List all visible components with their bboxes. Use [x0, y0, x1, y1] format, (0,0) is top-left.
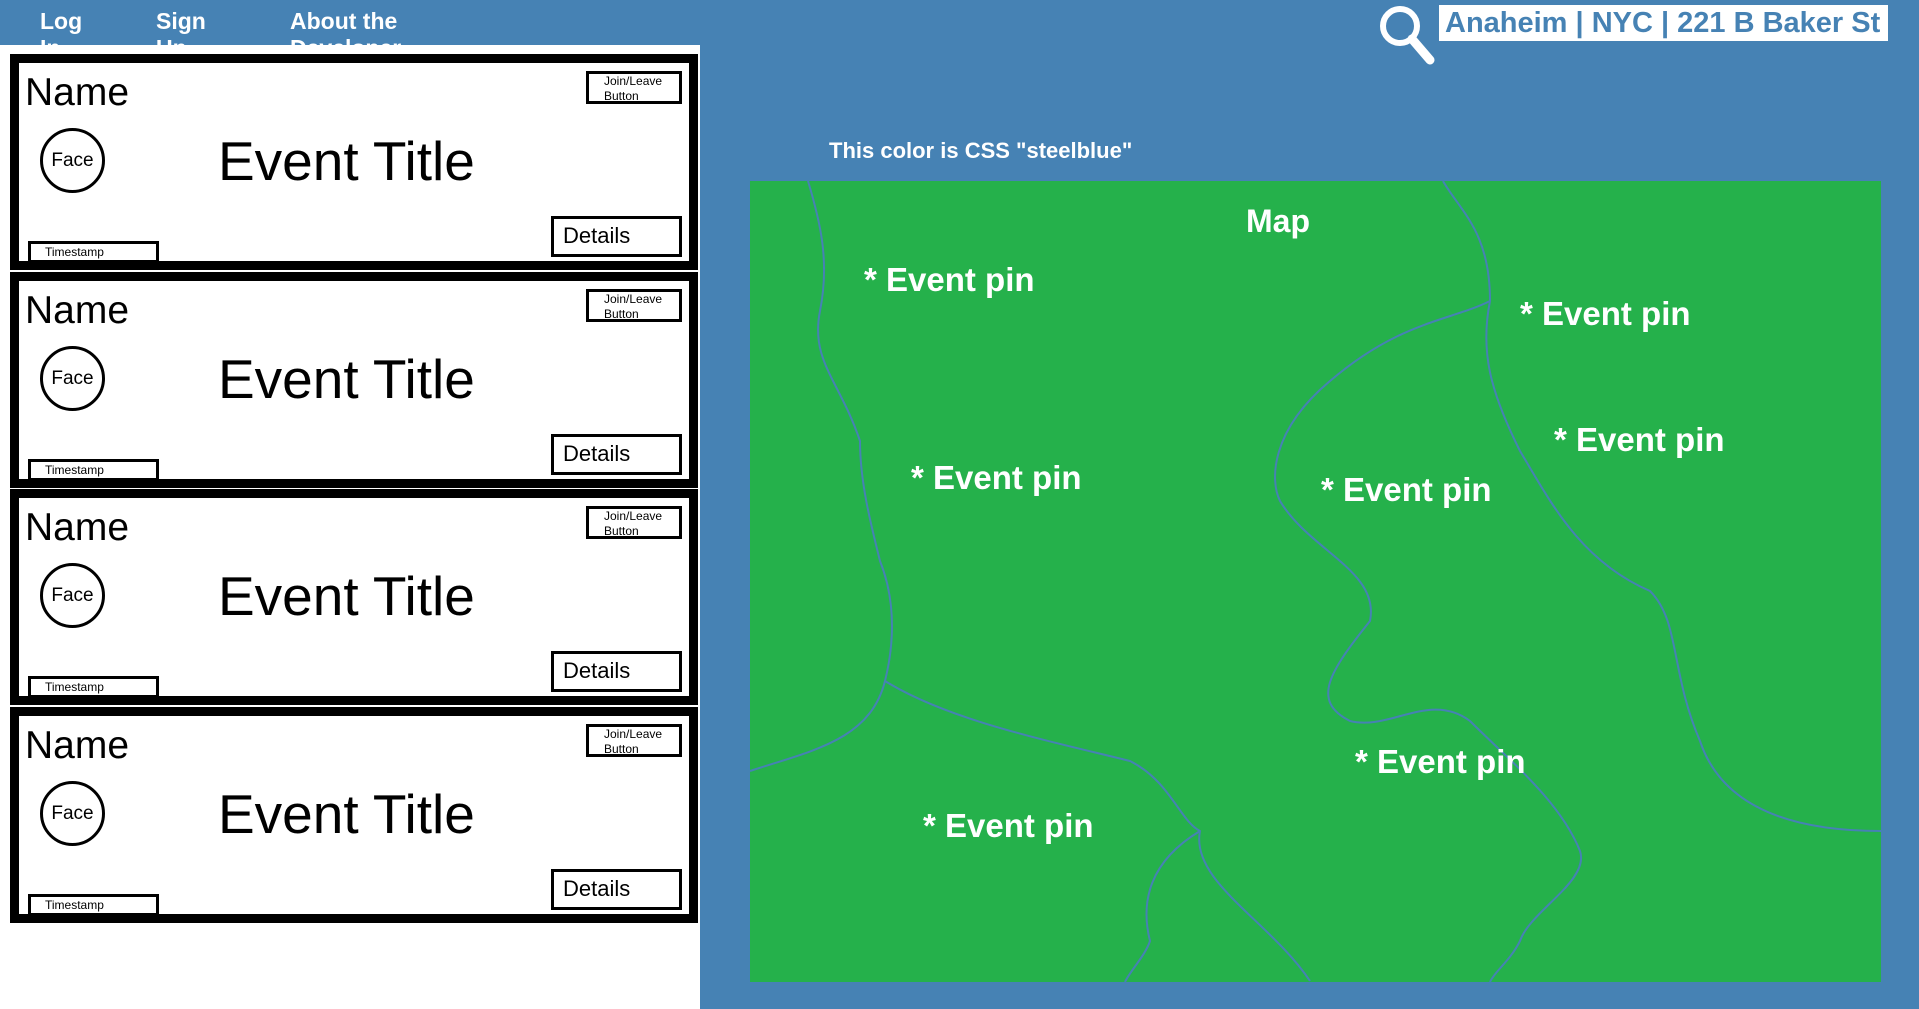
map[interactable]: Map * Event pin * Event pin * Event pin … — [750, 181, 1881, 982]
join-leave-button[interactable]: Join/Leave Button — [586, 289, 682, 322]
event-pin[interactable]: * Event pin — [923, 807, 1094, 845]
avatar: Face — [40, 563, 105, 628]
event-pin[interactable]: * Event pin — [1355, 743, 1526, 781]
event-title: Event Title — [218, 565, 475, 627]
event-list-sidebar: Name Face Event Title Join/Leave Button … — [0, 45, 700, 1009]
event-title: Event Title — [218, 783, 475, 845]
details-button[interactable]: Details — [551, 869, 682, 910]
event-card: Name Face Event Title Join/Leave Button … — [10, 707, 698, 923]
details-button[interactable]: Details — [551, 651, 682, 692]
card-user-name: Name — [25, 506, 130, 549]
map-title: Map — [1246, 203, 1310, 239]
timestamp: Timestamp — [28, 676, 159, 698]
avatar: Face — [40, 346, 105, 411]
search-icon[interactable] — [1378, 4, 1436, 66]
details-button[interactable]: Details — [551, 434, 682, 475]
event-title: Event Title — [218, 348, 475, 410]
map-roads — [750, 181, 1881, 982]
card-user-name: Name — [25, 289, 130, 332]
timestamp: Timestamp — [28, 894, 159, 916]
timestamp: Timestamp — [28, 241, 159, 263]
event-card: Name Face Event Title Join/Leave Button … — [10, 272, 698, 488]
avatar: Face — [40, 128, 105, 193]
event-pin[interactable]: * Event pin — [864, 261, 1035, 299]
avatar: Face — [40, 781, 105, 846]
event-pin[interactable]: * Event pin — [1520, 295, 1691, 333]
search-input[interactable] — [1439, 5, 1888, 41]
join-leave-button[interactable]: Join/Leave Button — [586, 71, 682, 104]
join-leave-button[interactable]: Join/Leave Button — [586, 724, 682, 757]
card-user-name: Name — [25, 724, 130, 767]
event-card: Name Face Event Title Join/Leave Button … — [10, 54, 698, 270]
color-caption: This color is CSS "steelblue" — [829, 138, 1133, 163]
card-user-name: Name — [25, 71, 130, 114]
event-pin[interactable]: * Event pin — [1554, 421, 1725, 459]
join-leave-button[interactable]: Join/Leave Button — [586, 506, 682, 539]
event-card: Name Face Event Title Join/Leave Button … — [10, 489, 698, 705]
event-title: Event Title — [218, 130, 475, 192]
event-pin[interactable]: * Event pin — [911, 459, 1082, 497]
event-pin[interactable]: * Event pin — [1321, 471, 1492, 509]
details-button[interactable]: Details — [551, 216, 682, 257]
timestamp: Timestamp — [28, 459, 159, 481]
